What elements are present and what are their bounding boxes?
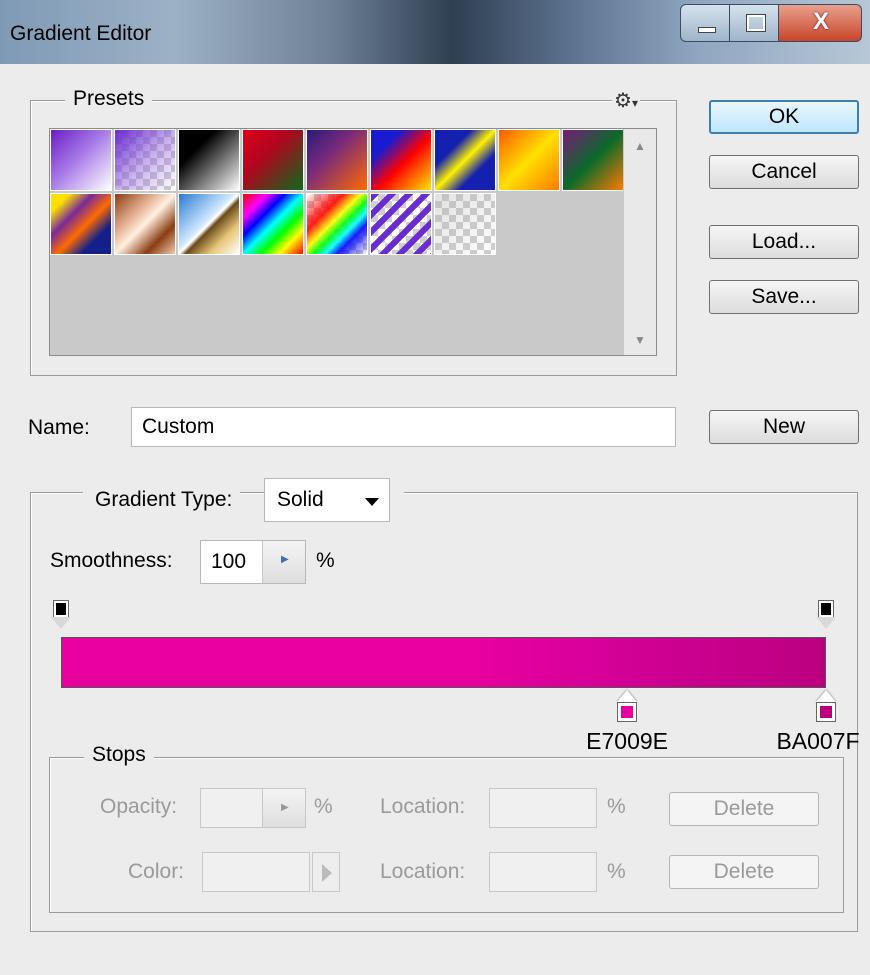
opacity-location-unit: % — [607, 795, 626, 818]
maximize-button[interactable] — [729, 4, 779, 42]
scroll-up-icon[interactable]: ▲ — [634, 139, 646, 153]
preset-swatch-orange-yellow-orange[interactable] — [498, 129, 560, 191]
stops-legend: Stops — [84, 743, 154, 767]
smoothness-arrow-button[interactable]: ▶ — [262, 541, 305, 583]
preset-swatch-violet-to-white[interactable] — [50, 129, 112, 191]
close-button[interactable]: X — [778, 4, 862, 42]
preset-swatch-black-to-white[interactable] — [178, 129, 240, 191]
name-field[interactable]: Custom — [131, 407, 676, 447]
window-title: Gradient Editor — [10, 22, 152, 45]
smoothness-stepper[interactable]: 100 ▶ — [200, 540, 306, 584]
chevron-right-icon — [322, 864, 332, 882]
preset-swatch-blue-yellow-blue[interactable] — [434, 129, 496, 191]
cancel-button[interactable]: Cancel — [709, 155, 859, 189]
color-stop-hex-label: BA007F — [776, 728, 860, 754]
stop-color-swatch[interactable] — [202, 852, 310, 892]
gradient-editor-window: Gradient Editor X Presets ⚙▾ ▲ ▼ OK Canc… — [0, 0, 870, 975]
color-location-unit: % — [607, 860, 626, 883]
chevron-down-icon — [365, 498, 379, 506]
gradient-type-select[interactable]: Solid — [264, 478, 390, 522]
smoothness-value[interactable]: 100 — [211, 541, 246, 583]
minimize-button[interactable] — [680, 4, 730, 42]
maximize-icon — [746, 14, 766, 32]
name-label: Name: — [28, 416, 90, 439]
presets-list[interactable]: ▲ ▼ — [49, 128, 657, 356]
color-stop-1[interactable] — [616, 690, 638, 724]
preset-swatch-red-to-green[interactable] — [242, 129, 304, 191]
opacity-stepper[interactable]: ▶ — [200, 788, 306, 828]
gradient-type-value: Solid — [277, 488, 324, 511]
preset-swatch-transparent-rainbow[interactable] — [306, 193, 368, 255]
gear-icon[interactable]: ⚙▾ — [612, 88, 640, 113]
opacity-location-field[interactable] — [489, 788, 597, 828]
color-location-label: Location: — [380, 860, 466, 883]
presets-legend: Presets — [65, 87, 153, 111]
presets-scrollbar[interactable]: ▲ ▼ — [623, 129, 656, 355]
color-delete-button[interactable]: Delete — [669, 855, 819, 889]
opacity-stop-2[interactable] — [816, 600, 836, 634]
preset-swatch-violet-green-orange[interactable] — [562, 129, 624, 191]
title-bar[interactable]: Gradient Editor X — [0, 0, 870, 64]
opacity-stop-1[interactable] — [51, 600, 71, 634]
preset-swatch-spectrum[interactable] — [242, 193, 304, 255]
preset-swatch-copper[interactable] — [114, 193, 176, 255]
preset-swatch-blue-red-yellow[interactable] — [370, 129, 432, 191]
color-stop-2[interactable] — [815, 690, 837, 724]
preset-swatch-transparent-stripes[interactable] — [370, 193, 432, 255]
scroll-down-icon[interactable]: ▼ — [634, 333, 646, 347]
opacity-arrow-button[interactable]: ▶ — [262, 789, 305, 827]
gradient-preview-bar[interactable] — [61, 637, 826, 688]
opacity-location-label: Location: — [380, 795, 466, 818]
minimize-icon — [698, 27, 716, 33]
preset-swatch-yellow-violet-orange-blue[interactable] — [50, 193, 112, 255]
new-button[interactable]: New — [709, 410, 859, 444]
color-label: Color: — [128, 860, 185, 883]
chevron-right-icon: ▶ — [281, 802, 289, 813]
gradient-type-label: Gradient Type: — [83, 477, 241, 523]
load-button[interactable]: Load... — [709, 225, 859, 259]
preset-swatch-violet-to-transparent[interactable] — [114, 129, 176, 191]
chevron-right-icon: ▶ — [281, 554, 289, 565]
opacity-delete-button[interactable]: Delete — [669, 792, 819, 826]
color-location-field[interactable] — [489, 852, 597, 892]
preset-swatch-chrome[interactable] — [178, 193, 240, 255]
color-picker-arrow[interactable] — [312, 852, 340, 892]
opacity-label: Opacity: — [100, 795, 178, 818]
save-button[interactable]: Save... — [709, 280, 859, 314]
preset-swatch-neutral-density[interactable] — [434, 193, 496, 255]
smoothness-label: Smoothness: — [50, 549, 173, 572]
smoothness-unit: % — [316, 549, 335, 572]
preset-swatch-violet-to-orange[interactable] — [306, 129, 368, 191]
color-stop-hex-label: E7009E — [586, 728, 669, 754]
close-icon: X — [812, 8, 829, 35]
stops-group — [49, 757, 844, 913]
opacity-unit: % — [314, 795, 333, 818]
ok-button[interactable]: OK — [709, 100, 859, 134]
